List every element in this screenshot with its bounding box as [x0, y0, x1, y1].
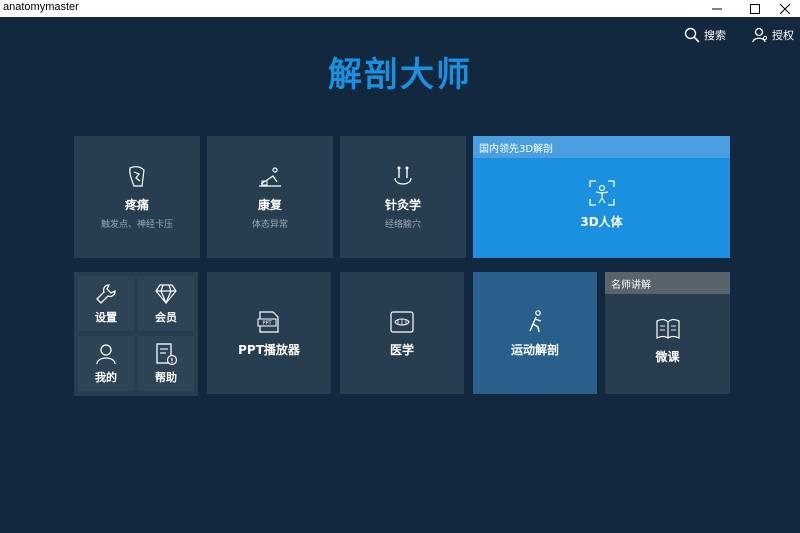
minimize-icon	[712, 8, 722, 9]
tile-pain[interactable]: 疼痛 触发点、神经卡压	[74, 136, 200, 258]
tile-help[interactable]: 帮助	[138, 336, 194, 391]
tile-member-label: 会员	[155, 311, 177, 324]
close-icon	[780, 3, 790, 14]
tile-ppt-label: PPT播放器	[238, 342, 300, 357]
search-icon	[684, 27, 700, 43]
open-book-icon	[655, 318, 680, 339]
maximize-button[interactable]	[740, 0, 770, 17]
tile-pain-label: 疼痛	[124, 198, 149, 212]
user-icon	[96, 344, 116, 365]
tile-rehab[interactable]: 康复 体态异常	[207, 136, 333, 258]
running-figure-icon	[529, 309, 542, 332]
tile-mine[interactable]: 我的	[78, 336, 134, 391]
tile-mine-label: 我的	[95, 371, 117, 384]
tile-acupuncture-label: 针灸学	[384, 198, 421, 212]
tile-rehab-sub: 体态异常	[251, 220, 288, 230]
3d-body-scan-icon	[588, 179, 615, 206]
small-tiles-group: 设置 会员 我的 帮助	[74, 272, 198, 396]
tile-help-label: 帮助	[155, 371, 177, 384]
window-title: anatomymaster	[3, 1, 79, 13]
tile-medicine[interactable]: 医学	[340, 272, 464, 394]
diamond-icon	[155, 284, 177, 305]
help-document-icon	[156, 343, 178, 366]
search-button[interactable]: 搜索	[684, 25, 726, 45]
tile-member[interactable]: 会员	[138, 276, 194, 331]
tile-micro-course[interactable]: 名师讲解 微课	[605, 272, 730, 394]
tile-3d-label: 3D人体	[580, 214, 623, 229]
tile-sports-label: 运动解剖	[510, 342, 559, 357]
tile-micro-label: 微课	[655, 349, 680, 364]
body-pain-icon	[129, 166, 145, 187]
tile-settings[interactable]: 设置	[78, 276, 134, 331]
tile-acupuncture[interactable]: 针灸学 经络腧穴	[340, 136, 466, 258]
svg-text:PPT: PPT	[262, 320, 272, 326]
close-button[interactable]	[770, 0, 800, 17]
tile-rehab-label: 康复	[257, 198, 282, 212]
tile-acupuncture-sub: 经络腧穴	[384, 220, 421, 230]
teeth-icon	[390, 310, 414, 333]
wrench-icon	[96, 284, 116, 304]
main-area: 搜索 授权 解剖大师 疼痛 触发点、神经卡压 康复 体态异常 针灸学 经络腧穴 …	[0, 17, 800, 533]
tile-medicine-label: 医学	[389, 342, 414, 357]
app-logo: 解剖大师	[328, 55, 472, 95]
minimize-button[interactable]	[702, 0, 732, 17]
search-label: 搜索	[704, 29, 726, 42]
maximize-icon	[750, 3, 760, 14]
tile-3d-anatomy[interactable]: 国内领先3D解剖 3D人体	[473, 136, 730, 258]
tile-sports-anatomy[interactable]: 运动解剖	[473, 272, 597, 394]
auth-button[interactable]: 授权	[752, 25, 794, 45]
rehab-exercise-icon	[259, 167, 281, 187]
tile-pain-sub: 触发点、神经卡压	[100, 220, 173, 230]
auth-label: 授权	[772, 29, 794, 42]
tile-3d-banner: 国内领先3D解剖	[473, 136, 730, 158]
tile-ppt-player[interactable]: PPT PPT播放器	[207, 272, 331, 394]
tile-settings-label: 设置	[95, 311, 117, 324]
tile-micro-banner: 名师讲解	[605, 272, 730, 294]
title-bar: anatomymaster	[0, 0, 800, 17]
ppt-icon: PPT	[257, 310, 279, 333]
user-key-icon	[752, 27, 768, 43]
acupuncture-icon	[394, 166, 412, 185]
